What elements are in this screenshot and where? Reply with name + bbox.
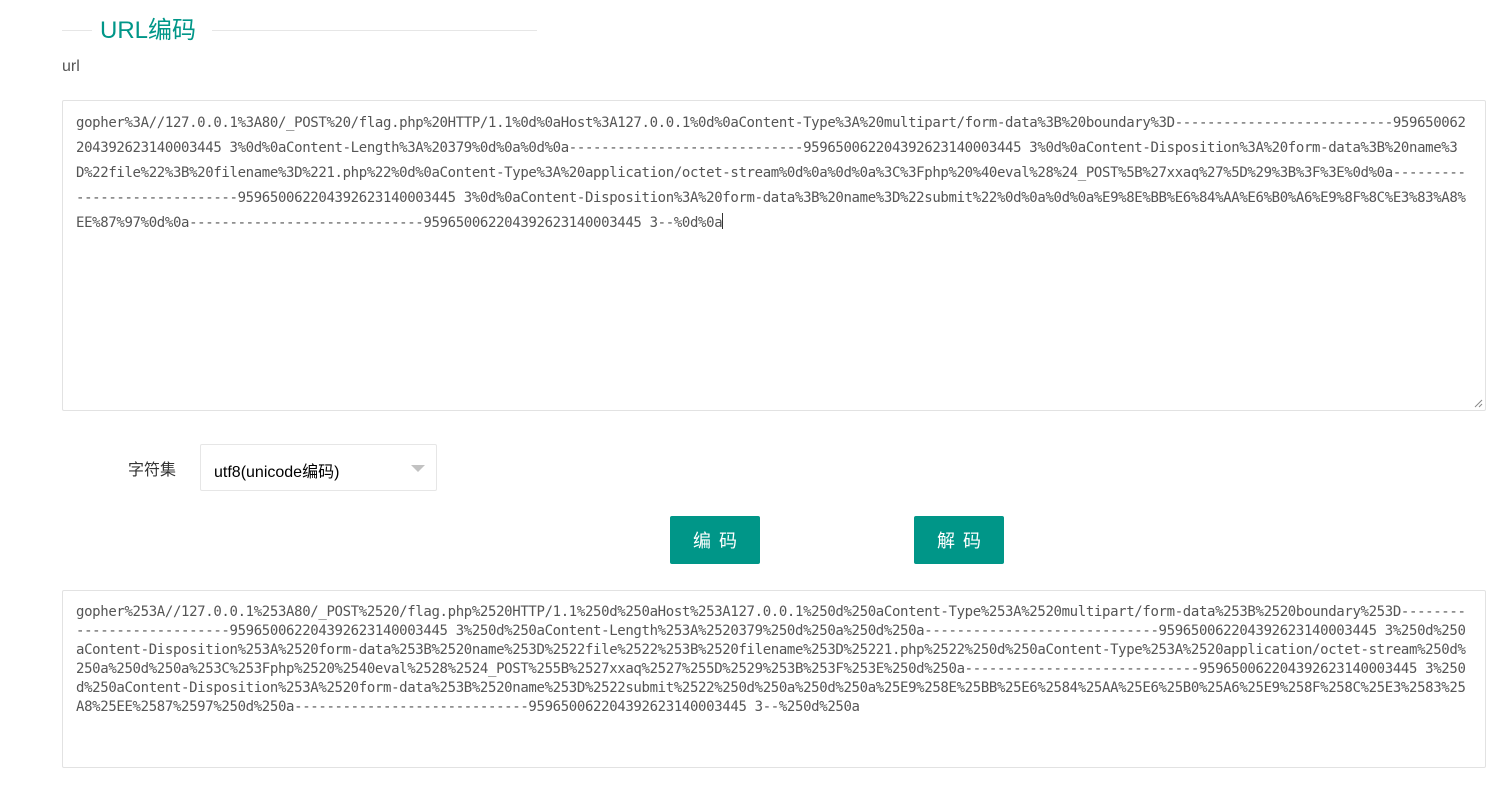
url-input-text: gopher%3A//127.0.0.1%3A80/_POST%20/flag.… [76,115,1466,231]
decode-button[interactable]: 解码 [914,516,1004,564]
output-text: gopher%253A//127.0.0.1%253A80/_POST%2520… [76,604,1466,715]
resize-handle-icon[interactable] [1473,398,1483,408]
encode-button[interactable]: 编码 [670,516,760,564]
url-field-label: url [62,58,80,75]
chevron-down-icon [411,465,425,472]
text-cursor [722,213,724,229]
section-title: URL编码 [100,17,197,44]
section-legend: URL编码 [62,14,537,48]
output-textarea[interactable]: gopher%253A//127.0.0.1%253A80/_POST%2520… [62,590,1486,768]
charset-selected-value: utf8(unicode编码) [214,464,340,481]
url-input-textarea[interactable]: gopher%3A//127.0.0.1%3A80/_POST%20/flag.… [62,100,1486,411]
charset-select[interactable]: utf8(unicode编码) [200,444,437,491]
legend-divider-right [212,30,537,31]
charset-label: 字符集 [128,462,177,479]
legend-divider-left [62,30,92,31]
